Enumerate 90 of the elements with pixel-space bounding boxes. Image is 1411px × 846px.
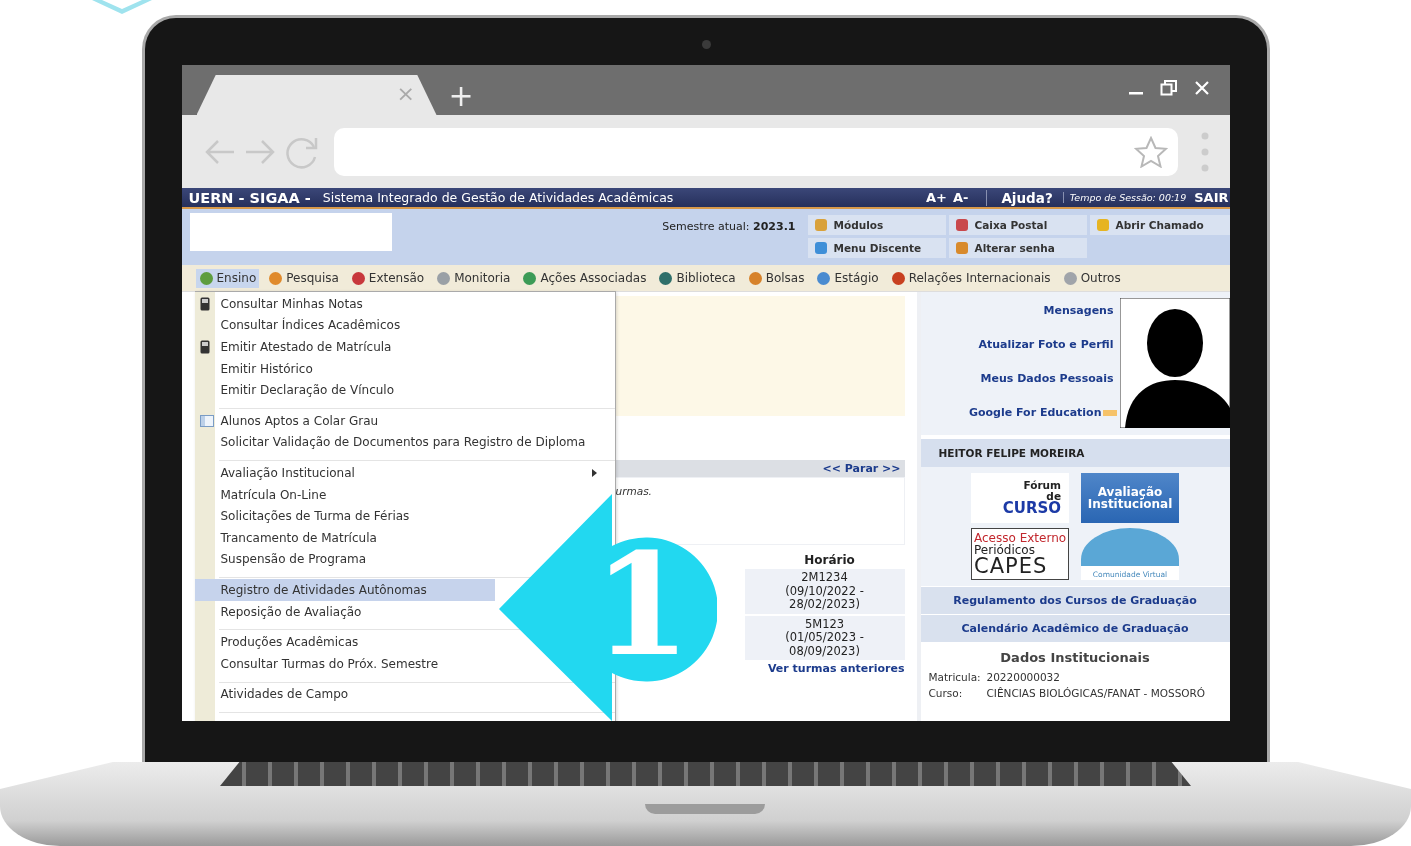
new-badge-icon bbox=[1102, 410, 1117, 416]
menu-tab[interactable]: Ensino bbox=[195, 268, 260, 288]
back-icon[interactable] bbox=[203, 137, 236, 166]
menu-tab[interactable]: Relações Internacionais bbox=[887, 268, 1054, 288]
banner-link[interactable]: Avaliação Institucional bbox=[1081, 473, 1179, 523]
round-icon bbox=[890, 270, 906, 286]
menu-tab[interactable]: Outros bbox=[1059, 268, 1124, 288]
square-icon bbox=[813, 218, 828, 232]
system-name: UERN - SIGAA - bbox=[188, 189, 311, 206]
previous-classes-link[interactable]: Ver turmas anteriores bbox=[767, 662, 905, 675]
round-icon bbox=[436, 270, 452, 286]
step-number: 1 bbox=[592, 523, 691, 687]
schedule-cell: 5M123 (01/05/2023 - 08/09/2023) bbox=[744, 615, 905, 660]
square-icon bbox=[813, 241, 828, 255]
round-icon bbox=[268, 270, 284, 286]
close-icon[interactable] bbox=[1193, 80, 1210, 96]
profile-link[interactable]: Google For Education bbox=[968, 406, 1102, 419]
shortcut-link[interactable]: Módulos bbox=[807, 215, 946, 235]
menu-item[interactable]: Avaliação Institucional bbox=[194, 462, 601, 484]
new-tab-button[interactable]: + bbox=[448, 81, 474, 111]
star-icon[interactable] bbox=[1133, 135, 1168, 168]
device-icon bbox=[199, 296, 210, 311]
menu-item[interactable]: Solicitar Validação de Documentos para Registro de Diploma bbox=[194, 431, 592, 454]
shortcut-link[interactable]: Caixa Postal bbox=[948, 215, 1087, 235]
font-increase-link[interactable]: A+ bbox=[926, 190, 947, 205]
menu-tab[interactable]: Ações Associadas bbox=[519, 268, 650, 288]
schedule-cell: 2M1234 (09/10/2022 - 28/02/2023) bbox=[744, 569, 905, 614]
field-label: Curso: bbox=[928, 687, 964, 699]
menu-item[interactable]: Emitir Histórico bbox=[194, 357, 319, 380]
shortcut-link[interactable]: Menu Discente bbox=[807, 238, 946, 258]
section-title: Dados Institucionais bbox=[999, 650, 1151, 665]
forward-icon[interactable] bbox=[243, 137, 276, 166]
square-icon bbox=[954, 218, 969, 232]
square-icon bbox=[954, 241, 969, 255]
profile-link[interactable]: Meus Dados Pessoais bbox=[980, 372, 1114, 385]
notice-text: urmas. bbox=[615, 485, 652, 497]
round-icon bbox=[522, 270, 538, 286]
menu-tab[interactable]: Monitoria bbox=[433, 268, 514, 288]
device-icon bbox=[199, 340, 210, 354]
menu-item[interactable]: Produções Acadêmicas bbox=[194, 631, 365, 653]
round-icon bbox=[816, 270, 832, 286]
round-icon bbox=[747, 270, 763, 286]
restore-icon[interactable] bbox=[1159, 79, 1178, 97]
round-icon bbox=[1062, 270, 1078, 286]
menu-tab[interactable]: Extensão bbox=[347, 268, 428, 288]
menu-item[interactable]: Consultar Índices Acadêmicos bbox=[194, 314, 407, 337]
font-decrease-link[interactable]: A- bbox=[952, 190, 969, 205]
logout-link[interactable]: SAIR bbox=[1194, 190, 1229, 205]
field-value: 20220000032 bbox=[986, 671, 1060, 683]
menu-item[interactable]: Solicitações de Turma de Férias bbox=[194, 505, 416, 527]
round-icon bbox=[658, 270, 674, 286]
stop-link[interactable]: << Parar >> bbox=[822, 462, 901, 475]
help-link[interactable]: Ajuda? bbox=[986, 189, 1053, 206]
chevron-decoration-icon bbox=[92, 0, 152, 14]
column-header: Horário bbox=[803, 553, 856, 567]
field-label: Matricula: bbox=[928, 671, 979, 683]
round-icon bbox=[350, 270, 366, 286]
square-icon bbox=[1095, 218, 1110, 232]
profile-link[interactable]: Atualizar Foto e Perfil bbox=[978, 338, 1114, 351]
menu-tab[interactable]: Bolsas bbox=[744, 268, 808, 288]
menu-item[interactable]: Alunos Aptos a Colar Grau bbox=[194, 409, 385, 432]
camera-icon bbox=[701, 40, 711, 49]
banner-link[interactable]: Acesso Externo Periódicos CAPES bbox=[971, 528, 1069, 580]
banner-link[interactable]: Fórum de CURSO bbox=[971, 473, 1069, 523]
menu-item[interactable]: Atividades de Campo bbox=[194, 683, 355, 706]
menu-item[interactable]: Consultar Minhas Notas bbox=[194, 293, 369, 315]
session-label: Tempo de Sessão: 00:19 bbox=[1062, 192, 1187, 203]
menu-item[interactable]: Matrícula On-Line bbox=[194, 483, 333, 506]
menu-item[interactable]: Suspensão de Programa bbox=[194, 548, 373, 571]
field-value: CIÊNCIAS BIOLÓGICAS/FANAT - MOSSORÓ bbox=[986, 687, 1206, 699]
menu-item[interactable]: Reposição de Avaliação bbox=[194, 600, 368, 623]
menu-item[interactable]: Consultar Turmas do Próx. Semestre bbox=[194, 652, 445, 675]
semester-label: Semestre atual: 2023.1 bbox=[662, 220, 796, 233]
menu-tab[interactable]: Estágio bbox=[813, 268, 882, 288]
user-name: HEITOR FELIPE MOREIRA bbox=[920, 439, 1230, 467]
submenu-arrow-icon bbox=[591, 468, 597, 477]
system-subtitle: Sistema Integrado de Gestão de Atividades Acadêmicas bbox=[322, 190, 674, 205]
menu-item[interactable]: Registro de Atividades Autônomas bbox=[194, 579, 495, 601]
shortcut-link[interactable]: Alterar senha bbox=[948, 238, 1087, 258]
address-field[interactable] bbox=[333, 127, 1178, 176]
more-menu-icon[interactable] bbox=[1199, 131, 1210, 172]
profile-link[interactable]: Mensagens bbox=[1043, 304, 1114, 317]
menu-tab[interactable]: Biblioteca bbox=[655, 268, 739, 288]
menu-item[interactable]: Emitir Atestado de Matrícula bbox=[194, 336, 398, 358]
round-icon bbox=[198, 270, 214, 286]
window-icon bbox=[199, 414, 214, 427]
menu-tab[interactable]: Pesquisa bbox=[265, 268, 342, 288]
menu-item[interactable]: Trancamento de Matrícula bbox=[194, 526, 383, 549]
menu-item[interactable]: Emitir Declaração de Vínculo bbox=[194, 379, 401, 401]
shortcut-link[interactable]: Abrir Chamado bbox=[1089, 215, 1230, 235]
